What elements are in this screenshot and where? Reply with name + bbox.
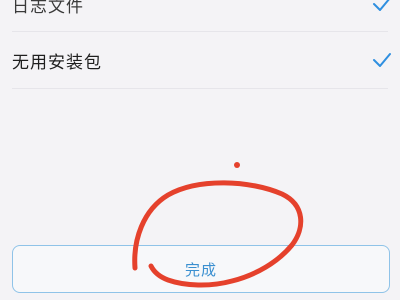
done-button[interactable]: 完成 (12, 245, 390, 293)
list-item-label: 无用安装包 (12, 52, 102, 73)
list-item-log-files[interactable]: 日志文件 (12, 0, 400, 32)
list-item-label: 日志文件 (12, 0, 84, 17)
done-button-label: 完成 (184, 260, 217, 279)
checkmark-icon (372, 0, 392, 13)
list-item-unused-packages[interactable]: 无用安装包 (12, 32, 400, 88)
divider (12, 88, 388, 89)
checkmark-icon (372, 51, 392, 69)
annotation-dot (234, 162, 240, 168)
